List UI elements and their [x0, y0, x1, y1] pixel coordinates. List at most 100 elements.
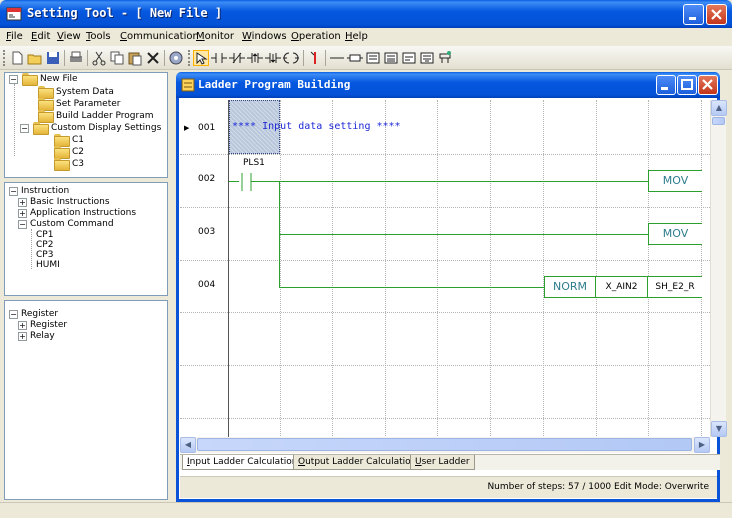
collapse-icon[interactable]: − [9, 309, 18, 319]
tree-node-custom-display-settings[interactable]: − Custom Display Settings [20, 122, 161, 135]
tree-item-system-data[interactable]: System Data [37, 86, 114, 99]
app-title-bar: Setting Tool - [ New File ] [0, 0, 732, 28]
menu-file[interactable]: File [6, 31, 23, 42]
expand-icon[interactable]: + [18, 320, 27, 330]
menu-edit[interactable]: Edit [31, 31, 50, 42]
folder-icon [53, 146, 70, 159]
vertical-scrollbar[interactable]: ▲ ▼ [710, 100, 727, 437]
close-button[interactable] [706, 4, 727, 25]
ladder-tabs: Input Ladder Calculation Output Ladder C… [180, 454, 720, 470]
collapse-icon[interactable]: − [18, 219, 27, 229]
folder-icon [53, 158, 70, 171]
no-contact-icon[interactable] [211, 50, 227, 66]
instruction-box-icon[interactable] [347, 50, 363, 66]
menu-view[interactable]: View [57, 31, 81, 42]
scroll-down-icon[interactable]: ▼ [711, 421, 727, 437]
counter-icon[interactable] [383, 50, 399, 66]
menu-monitor[interactable]: Monitor [196, 31, 234, 42]
cut-icon[interactable] [91, 50, 107, 66]
tab-input-ladder-calculation[interactable]: Input Ladder Calculation [182, 455, 303, 470]
row-number: 003 [198, 227, 216, 237]
child-close-button[interactable] [698, 75, 718, 95]
nc-contact-icon[interactable] [229, 50, 245, 66]
collapse-icon[interactable]: − [20, 123, 29, 133]
ladder-canvas[interactable]: ▶ 001 002 003 004 **** Input data settin… [180, 100, 710, 437]
horizontal-line-icon[interactable] [329, 50, 345, 66]
open-folder-icon[interactable] [27, 50, 43, 66]
new-file-icon[interactable] [9, 50, 25, 66]
folder-open-icon [21, 73, 38, 86]
rung-comment[interactable]: **** Input data setting **** [232, 121, 401, 132]
tree-item-set-parameter[interactable]: Set Parameter [37, 98, 120, 111]
vertical-line-icon[interactable] [307, 50, 323, 66]
copy-icon[interactable] [109, 50, 125, 66]
scroll-thumb[interactable] [712, 117, 725, 125]
settings-gear-icon[interactable] [168, 50, 184, 66]
child-maximize-button[interactable] [677, 75, 697, 95]
falling-edge-icon[interactable] [265, 50, 281, 66]
menu-help[interactable]: Help [345, 31, 368, 42]
print-icon[interactable] [68, 50, 84, 66]
save-icon[interactable] [45, 50, 61, 66]
expand-icon[interactable]: + [18, 197, 27, 207]
toolbar-separator [325, 50, 326, 66]
tab-output-ladder-calculation[interactable]: Output Ladder Calculation [293, 455, 422, 470]
scroll-right-icon[interactable]: ▶ [694, 437, 710, 453]
no-contact-symbol[interactable] [239, 172, 255, 192]
toolbar [0, 46, 732, 70]
tree-node-relay[interactable]: + Relay [18, 330, 55, 342]
collapse-icon[interactable]: − [9, 186, 18, 196]
toolbar-grip[interactable] [3, 50, 6, 66]
child-minimize-button[interactable] [656, 75, 676, 95]
menu-bar: File Edit View Tools Communication Monit… [0, 28, 732, 46]
scroll-up-icon[interactable]: ▲ [711, 100, 727, 116]
tab-user-ladder[interactable]: User Ladder [410, 455, 475, 470]
ladder-window-title-bar: Ladder Program Building [176, 72, 720, 98]
ladder-program-window: Ladder Program Building ▶ 001 002 003 00… [176, 72, 727, 502]
row-number: 001 [198, 123, 216, 133]
instruction-tree-panel: − Instruction + Basic Instructions + App… [4, 182, 168, 296]
toolbar-grip[interactable] [188, 50, 191, 66]
tree-item-build-ladder-program[interactable]: Build Ladder Program [37, 110, 153, 123]
norm-instruction-box[interactable]: NORM [544, 276, 596, 298]
paste-icon[interactable] [127, 50, 143, 66]
function-icon[interactable] [437, 50, 453, 66]
operand-sh-e2-r[interactable]: SH_E2_R [648, 276, 702, 298]
menu-operation[interactable]: Operation [291, 31, 341, 42]
folder-icon [53, 134, 70, 147]
reset-icon[interactable] [419, 50, 435, 66]
rising-edge-icon[interactable] [247, 50, 263, 66]
scroll-left-icon[interactable]: ◀ [180, 437, 196, 453]
expand-icon[interactable]: + [18, 331, 27, 341]
mov-instruction-box[interactable]: MOV [648, 223, 702, 245]
menu-windows[interactable]: Windows [242, 31, 287, 42]
ladder-window-title: Ladder Program Building [198, 78, 351, 91]
tree-node-new-file[interactable]: − New File [9, 73, 78, 86]
operand-x-ain2[interactable]: X_AIN2 [596, 276, 648, 298]
tree-item-c1[interactable]: C1 [53, 134, 84, 147]
coil-icon[interactable] [283, 50, 299, 66]
set-icon[interactable] [401, 50, 417, 66]
app-title: Setting Tool - [ New File ] [27, 6, 223, 20]
tree-item-c3[interactable]: C3 [53, 158, 84, 171]
toolbar-separator [303, 50, 304, 66]
collapse-icon[interactable]: − [9, 74, 18, 84]
current-row-arrow-icon: ▶ [184, 124, 190, 132]
select-pointer-icon[interactable] [193, 50, 209, 66]
scroll-thumb[interactable] [197, 438, 692, 451]
toolbar-separator [87, 50, 88, 66]
minimize-button[interactable] [683, 4, 704, 25]
delete-icon[interactable] [145, 50, 161, 66]
folder-icon [37, 110, 54, 123]
timer-icon[interactable] [365, 50, 381, 66]
menu-tools[interactable]: Tools [86, 31, 111, 42]
expand-icon[interactable]: + [18, 208, 27, 218]
app-status-bar [0, 502, 732, 518]
tree-item-c2[interactable]: C2 [53, 146, 84, 159]
menu-communication[interactable]: Communication [120, 31, 199, 42]
left-power-rail [228, 100, 229, 437]
horizontal-scrollbar[interactable]: ◀ ▶ [180, 437, 710, 453]
register-tree-panel: − Register + Register + Relay [4, 300, 168, 500]
tree-item-humi[interactable]: HUMI [33, 259, 60, 271]
mov-instruction-box[interactable]: MOV [648, 170, 702, 192]
